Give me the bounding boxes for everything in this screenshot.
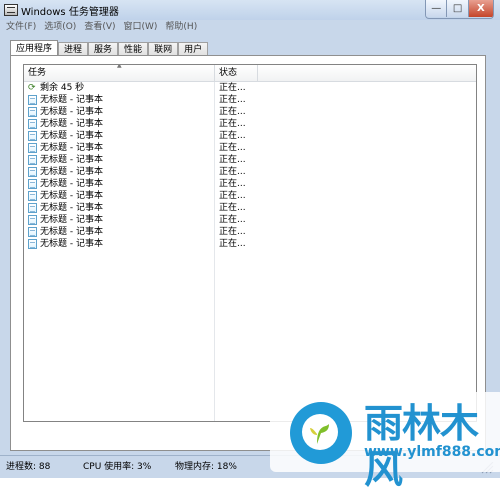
- notepad-icon: [28, 167, 37, 177]
- menu-file[interactable]: 文件(F): [6, 20, 36, 35]
- task-row[interactable]: 无标题 - 记事本 正在...: [26, 226, 474, 238]
- ylmf-logo-icon: [290, 402, 352, 464]
- watermark-logo: 雨林木风 www.ylmf888.com: [270, 392, 500, 493]
- task-status: 正在...: [219, 239, 246, 249]
- task-row[interactable]: 无标题 - 记事本 正在...: [26, 178, 474, 190]
- notepad-icon: [28, 143, 37, 153]
- task-column-header[interactable]: 任务: [24, 65, 215, 81]
- maximize-button[interactable]: □: [447, 0, 469, 17]
- task-status: 正在...: [219, 119, 246, 129]
- tab-strip: 应用程序 进程 服务 性能 联网 用户: [10, 40, 209, 57]
- task-name: 无标题 - 记事本: [40, 131, 103, 141]
- task-status: 正在...: [219, 143, 246, 153]
- task-name: 无标题 - 记事本: [40, 227, 103, 237]
- task-status: 正在...: [219, 107, 246, 117]
- task-row[interactable]: 无标题 - 记事本 正在...: [26, 130, 474, 142]
- task-name: 无标题 - 记事本: [40, 143, 103, 153]
- task-name: 无标题 - 记事本: [40, 179, 103, 189]
- notepad-icon: [28, 107, 37, 117]
- task-row[interactable]: 无标题 - 记事本 正在...: [26, 118, 474, 130]
- notepad-icon: [28, 239, 37, 249]
- task-manager-icon: [4, 4, 18, 16]
- title-bar[interactable]: Windows 任务管理器 — □ X: [0, 0, 500, 20]
- list-header: ▲ 任务 状态: [24, 65, 476, 82]
- window-controls: — □ X: [425, 0, 494, 19]
- physical-memory: 物理内存: 18%: [175, 462, 237, 472]
- status-column-header[interactable]: 状态: [215, 65, 258, 81]
- menu-options[interactable]: 选项(O): [44, 20, 76, 35]
- cpu-usage: CPU 使用率: 3%: [83, 462, 152, 472]
- task-status: 正在...: [219, 131, 246, 141]
- task-row[interactable]: 无标题 - 记事本 正在...: [26, 166, 474, 178]
- task-row[interactable]: 无标题 - 记事本 正在...: [26, 214, 474, 226]
- window-title: Windows 任务管理器: [21, 7, 119, 18]
- notepad-icon: [28, 191, 37, 201]
- task-name: 无标题 - 记事本: [40, 119, 103, 129]
- notepad-icon: [28, 95, 37, 105]
- task-row[interactable]: 无标题 - 记事本 正在...: [26, 238, 474, 250]
- task-name: 无标题 - 记事本: [40, 215, 103, 225]
- menu-view[interactable]: 查看(V): [84, 20, 115, 35]
- menu-help[interactable]: 帮助(H): [165, 20, 197, 35]
- sprout-icon: [310, 424, 329, 444]
- task-name: 无标题 - 记事本: [40, 107, 103, 117]
- task-name: 无标题 - 记事本: [40, 191, 103, 201]
- task-status: 正在...: [219, 191, 246, 201]
- task-status: 正在...: [219, 203, 246, 213]
- process-count: 进程数: 88: [6, 462, 51, 472]
- watermark-url: www.ylmf888.com: [364, 444, 500, 460]
- task-name: 无标题 - 记事本: [40, 167, 103, 177]
- task-name: 无标题 - 记事本: [40, 95, 103, 105]
- task-row[interactable]: 无标题 - 记事本 正在...: [26, 202, 474, 214]
- menu-bar: 文件(F) 选项(O) 查看(V) 窗口(W) 帮助(H): [6, 20, 494, 35]
- task-status: 正在...: [219, 155, 246, 165]
- notepad-icon: [28, 131, 37, 141]
- notepad-icon: [28, 179, 37, 189]
- countdown-icon: ⟳: [28, 83, 36, 93]
- task-status: 正在...: [219, 179, 246, 189]
- task-status: 正在...: [219, 95, 246, 105]
- task-row[interactable]: 无标题 - 记事本 正在...: [26, 94, 474, 106]
- notepad-icon: [28, 227, 37, 237]
- notepad-icon: [28, 215, 37, 225]
- task-list[interactable]: ▲ 任务 状态 ⟳ 剩余 45 秒 正在... 无标题 - 记事本 正在... …: [23, 64, 477, 422]
- task-status: 正在...: [219, 227, 246, 237]
- task-name: 无标题 - 记事本: [40, 239, 103, 249]
- task-name: 无标题 - 记事本: [40, 203, 103, 213]
- notepad-icon: [28, 203, 37, 213]
- task-status: 正在...: [219, 83, 246, 93]
- minimize-button[interactable]: —: [426, 0, 448, 17]
- task-row[interactable]: ⟳ 剩余 45 秒 正在...: [26, 82, 474, 94]
- menu-windows[interactable]: 窗口(W): [124, 20, 158, 35]
- task-name: 剩余 45 秒: [40, 83, 85, 93]
- task-row[interactable]: 无标题 - 记事本 正在...: [26, 154, 474, 166]
- close-button[interactable]: X: [468, 0, 493, 17]
- notepad-icon: [28, 155, 37, 165]
- task-row[interactable]: 无标题 - 记事本 正在...: [26, 106, 474, 118]
- notepad-icon: [28, 119, 37, 129]
- task-status: 正在...: [219, 215, 246, 225]
- task-row[interactable]: 无标题 - 记事本 正在...: [26, 142, 474, 154]
- task-name: 无标题 - 记事本: [40, 155, 103, 165]
- task-status: 正在...: [219, 167, 246, 177]
- task-manager-window: Windows 任务管理器 — □ X 文件(F) 选项(O) 查看(V) 窗口…: [0, 0, 500, 493]
- task-row[interactable]: 无标题 - 记事本 正在...: [26, 190, 474, 202]
